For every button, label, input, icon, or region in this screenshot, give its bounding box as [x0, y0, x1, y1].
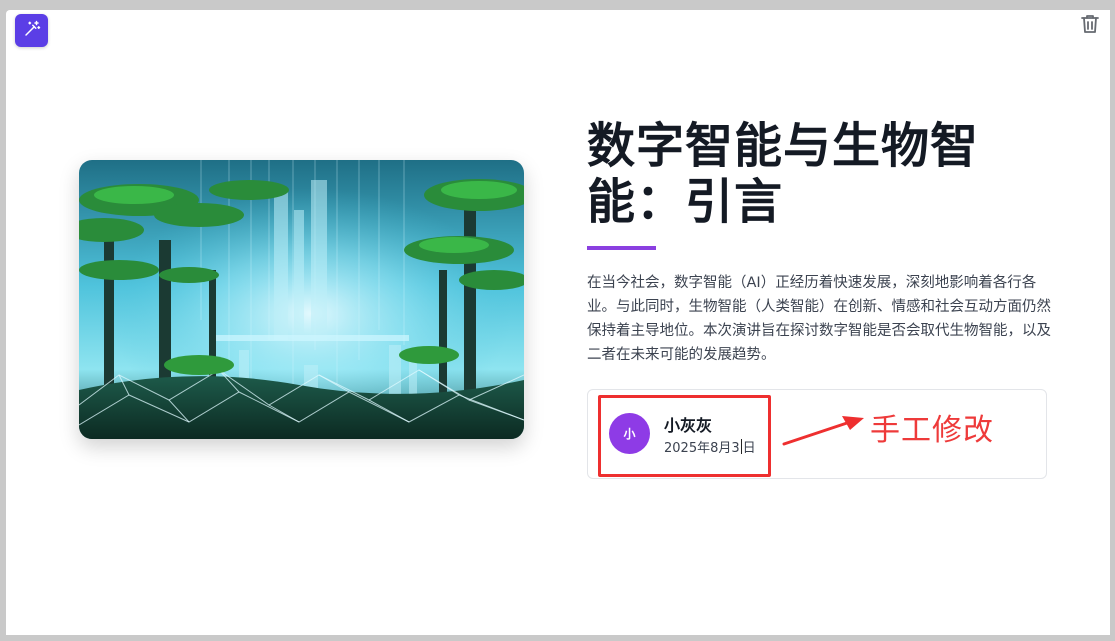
delete-slide-button[interactable]	[1079, 14, 1101, 38]
annotation-label: 手工修改	[870, 413, 994, 448]
editor-frame: 数字智能与生物智能：引言 在当今社会，数字智能（AI）正经历着快速发展，深刻地影…	[0, 0, 1115, 641]
annotation-arrow-icon	[780, 410, 870, 454]
slide-title[interactable]: 数字智能与生物智能：引言	[587, 118, 1017, 230]
annotation-highlight-box	[598, 395, 771, 477]
forest-city-illustration	[79, 160, 524, 439]
intro-paragraph[interactable]: 在当今社会，数字智能（AI）正经历着快速发展，深刻地影响着各行各业。与此同时，生…	[587, 271, 1052, 367]
magic-wand-button[interactable]	[15, 14, 48, 47]
trash-icon	[1081, 14, 1099, 38]
title-underline	[587, 246, 656, 250]
magic-wand-icon	[23, 20, 41, 42]
slide-hero-image[interactable]	[79, 160, 524, 439]
